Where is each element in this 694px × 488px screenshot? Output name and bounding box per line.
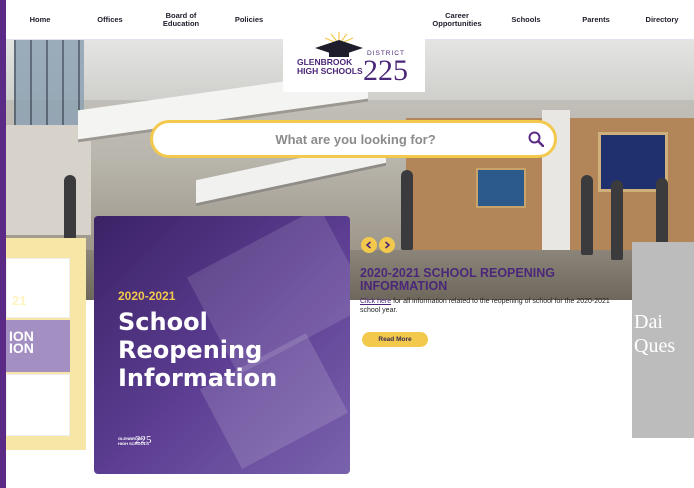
- slide-card-previous[interactable]: 21 ION ION: [6, 238, 86, 450]
- feature-card-logo-number: 225: [135, 434, 152, 446]
- nav-item-board-of-education[interactable]: Board of Education: [152, 0, 210, 40]
- chevron-right-icon: [384, 241, 391, 249]
- slide-card-previous-middle: ION ION: [6, 320, 70, 372]
- nav-item-parents[interactable]: Parents: [568, 0, 624, 40]
- search-bar[interactable]: What are you looking for?: [150, 120, 557, 158]
- nav-item-offices[interactable]: Offices: [82, 0, 138, 40]
- hero-display-case: [476, 168, 526, 208]
- nav-item-home[interactable]: Home: [16, 0, 64, 40]
- feature-slide-card[interactable]: 2020-2021 School Reopening Information G…: [94, 216, 350, 474]
- feature-card-title: School Reopening Information: [118, 308, 277, 392]
- search-input[interactable]: What are you looking for?: [153, 132, 518, 147]
- nav-item-schools[interactable]: Schools: [498, 0, 554, 40]
- nav-item-career-opportunities[interactable]: Career Opportunities: [422, 0, 492, 40]
- feature-info-title: 2020-2021 SCHOOL REOPENING INFORMATION: [360, 266, 555, 293]
- read-more-button[interactable]: Read More: [362, 332, 428, 347]
- hero-windows: [14, 40, 84, 125]
- slide-card-next-title: Dai Ques: [634, 310, 675, 358]
- slider-next-button[interactable]: [379, 237, 395, 253]
- feature-card-title-line-2: Reopening: [118, 336, 263, 364]
- slider-prev-button[interactable]: [361, 237, 377, 253]
- feature-info-body: Click here for all information related t…: [360, 297, 610, 315]
- hero-person: [401, 170, 413, 250]
- search-icon[interactable]: [518, 131, 554, 147]
- slide-card-next-title-line-1: Dai: [634, 311, 663, 333]
- hero-person: [611, 180, 623, 260]
- district-logo[interactable]: GLENBROOK HIGH SCHOOLS DISTRICT 225: [283, 26, 425, 92]
- slide-card-previous-top: [6, 258, 70, 318]
- nav-item-directory[interactable]: Directory: [632, 0, 692, 40]
- feature-card-title-line-1: School: [118, 308, 208, 336]
- logo-district-number: 225: [363, 54, 408, 87]
- chevron-left-icon: [365, 241, 372, 249]
- feature-card-year: 2020-2021: [118, 289, 176, 303]
- sunburst-cap-icon: [315, 32, 363, 57]
- logo-line-2: HIGH SCHOOLS: [297, 66, 363, 76]
- slide-card-previous-year: 21: [12, 293, 27, 308]
- nav-item-policies[interactable]: Policies: [222, 0, 276, 40]
- hero-person: [581, 175, 593, 255]
- slide-card-previous-bottom: [6, 374, 70, 436]
- slide-card-previous-title-line-2: ION: [9, 340, 34, 356]
- slide-card-next-title-line-2: Ques: [634, 335, 676, 357]
- slide-card-next[interactable]: Dai Ques: [632, 242, 694, 438]
- feature-card-title-line-3: Information: [118, 364, 278, 392]
- logo-school-name: GLENBROOK HIGH SCHOOLS: [297, 58, 363, 76]
- slide-card-previous-title: ION ION: [9, 329, 34, 356]
- feature-info-text: for all information related to the reope…: [360, 298, 610, 314]
- feature-card-logo: GLENBROOK HIGH SCHOOLS 225: [118, 434, 152, 446]
- click-here-link[interactable]: Click here: [360, 298, 391, 305]
- feature-info: 2020-2021 SCHOOL REOPENING INFORMATION C…: [360, 267, 610, 315]
